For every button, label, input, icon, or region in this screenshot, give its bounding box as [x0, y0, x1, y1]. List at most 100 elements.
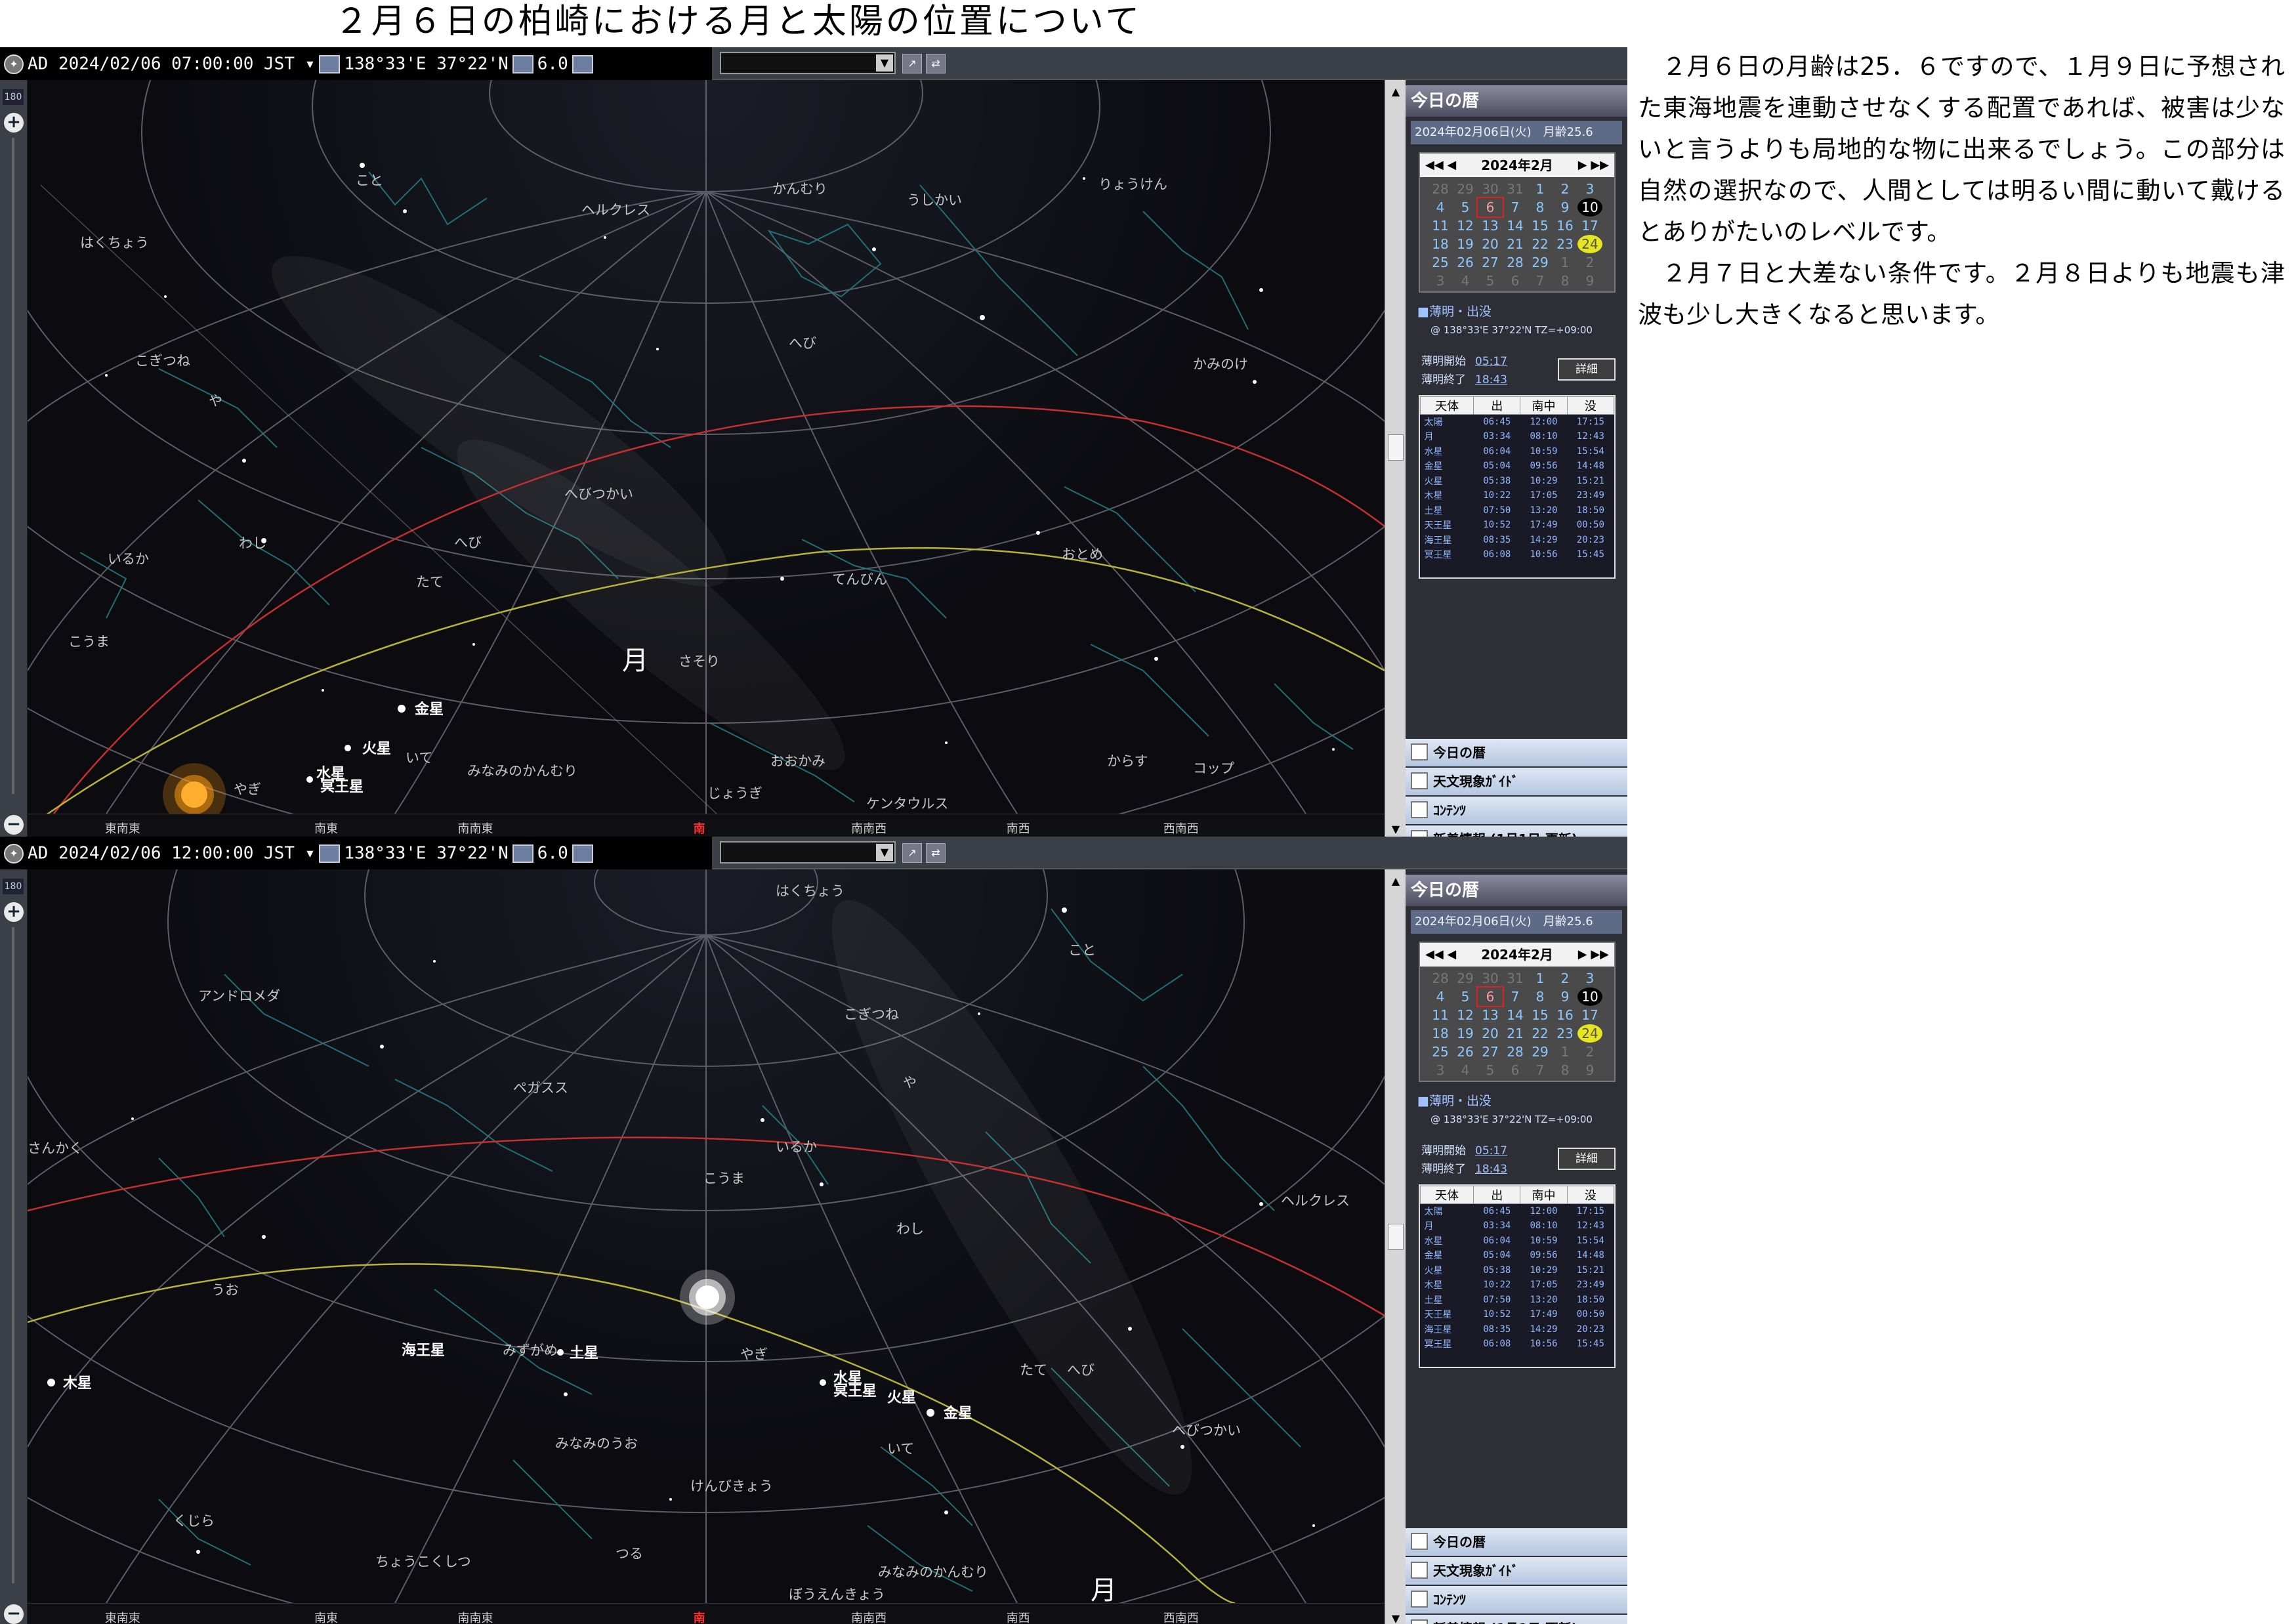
twilight-end-link[interactable]: 18:43	[1475, 373, 1507, 386]
zoom-in-icon[interactable]: +	[4, 902, 24, 922]
track-icon[interactable]: ⇄	[926, 54, 946, 73]
calendar-day[interactable]: 21	[1503, 235, 1528, 253]
magnitude-display[interactable]: 6.0	[537, 54, 568, 74]
calendar-day[interactable]: 25	[1428, 1043, 1453, 1061]
calendar-day[interactable]: 20	[1478, 1024, 1503, 1043]
calendar-day[interactable]: 8	[1553, 1061, 1577, 1079]
calendar-day[interactable]: 4	[1453, 1061, 1478, 1079]
tab-contents[interactable]: ｺﾝﾃﾝﾂ	[1406, 797, 1627, 824]
table-row[interactable]: 月 03:34 08:10 12:43	[1421, 1218, 1614, 1234]
sky-map[interactable]: 月 木星 海王星 土星 水星 冥王星 火星 金星 はくちょう こと アンドロメダこ…	[28, 869, 1385, 1603]
detail-button[interactable]: 詳細	[1558, 358, 1616, 381]
vertical-scrollbar[interactable]: ▲ ▼	[1385, 869, 1406, 1624]
scroll-down-icon[interactable]: ▼	[1387, 820, 1405, 839]
calendar-day-full-moon[interactable]: 24	[1577, 235, 1602, 253]
table-header[interactable]: 南中	[1520, 1186, 1568, 1204]
calendar-day-today[interactable]: 6	[1476, 986, 1504, 1007]
magnitude-icon[interactable]	[512, 54, 533, 73]
calendar-day[interactable]: 16	[1553, 1006, 1577, 1024]
calendar-day[interactable]: 28	[1428, 969, 1453, 988]
calendar-day[interactable]: 2	[1577, 253, 1602, 272]
calendar-day[interactable]: 9	[1577, 1061, 1602, 1079]
location-display[interactable]: 138°33'E 37°22'N	[344, 844, 508, 864]
calendar-day[interactable]: 21	[1503, 1024, 1528, 1043]
calendar-day[interactable]: 15	[1528, 217, 1553, 235]
calendar-day[interactable]: 8	[1528, 988, 1553, 1006]
calendar-day[interactable]: 2	[1577, 1043, 1602, 1061]
calendar-day[interactable]: 22	[1528, 1024, 1553, 1043]
calendar-day[interactable]: 17	[1577, 217, 1602, 235]
table-row[interactable]: 冥王星 06:08 10:56 15:45	[1421, 1337, 1614, 1352]
twilight-end-link[interactable]: 18:43	[1475, 1163, 1507, 1176]
tab-calendar[interactable]: 今日の暦	[1406, 739, 1627, 766]
calendar-day[interactable]: 5	[1478, 1061, 1503, 1079]
calendar-next-icon[interactable]: ▶ ▶▶	[1578, 154, 1609, 177]
calendar-day[interactable]: 13	[1478, 1006, 1503, 1024]
twilight-start-link[interactable]: 05:17	[1475, 355, 1507, 368]
calendar-day[interactable]: 28	[1503, 1043, 1528, 1061]
scroll-down-icon[interactable]: ▼	[1387, 1610, 1405, 1624]
calendar-day[interactable]: 22	[1528, 235, 1553, 253]
calendar-day[interactable]: 1	[1528, 969, 1553, 988]
calendar-day[interactable]: 7	[1528, 1061, 1553, 1079]
calendar-day[interactable]: 12	[1453, 1006, 1478, 1024]
table-row[interactable]: 冥王星 06:08 10:56 15:45	[1421, 547, 1614, 562]
zoom-in-icon[interactable]: +	[4, 113, 24, 133]
table-row[interactable]: 海王星 08:35 14:29 20:23	[1421, 1322, 1614, 1337]
location-display[interactable]: 138°33'E 37°22'N	[344, 54, 508, 74]
zoom-out-icon[interactable]: −	[4, 1604, 24, 1624]
table-header[interactable]: 南中	[1520, 396, 1568, 415]
calendar-day[interactable]: 18	[1428, 1024, 1453, 1043]
calendar-next-icon[interactable]: ▶ ▶▶	[1578, 943, 1609, 967]
calendar-day[interactable]: 2	[1553, 969, 1577, 988]
calendar-day[interactable]: 25	[1428, 253, 1453, 272]
table-header[interactable]: 没	[1566, 1186, 1615, 1204]
table-row[interactable]: 金星 05:04 09:56 14:48	[1421, 1248, 1614, 1263]
scroll-thumb[interactable]	[1388, 1224, 1404, 1250]
calendar-day[interactable]: 6	[1503, 272, 1528, 290]
calendar-day[interactable]: 17	[1577, 1006, 1602, 1024]
calendar-day[interactable]: 29	[1453, 180, 1478, 198]
table-row[interactable]: 天王星 10:52 17:49 00:50	[1421, 518, 1614, 533]
calendar-day[interactable]: 26	[1453, 1043, 1478, 1061]
jump-icon[interactable]: ↗	[902, 843, 922, 863]
calendar-day[interactable]: 20	[1478, 235, 1503, 253]
jump-icon[interactable]: ↗	[902, 54, 922, 73]
calendar-day[interactable]: 9	[1553, 988, 1577, 1006]
calendar-day[interactable]: 31	[1503, 180, 1528, 198]
table-row[interactable]: 天王星 10:52 17:49 00:50	[1421, 1307, 1614, 1322]
chevron-down-icon[interactable]: ▼	[876, 54, 893, 72]
camera-icon[interactable]	[572, 844, 593, 863]
calendar-day[interactable]: 5	[1453, 988, 1478, 1006]
calendar-day[interactable]: 12	[1453, 217, 1478, 235]
magnitude-icon[interactable]	[512, 844, 533, 863]
calendar-day[interactable]: 3	[1577, 180, 1602, 198]
camera-icon[interactable]	[572, 54, 593, 73]
calendar-day[interactable]: 13	[1478, 217, 1503, 235]
table-header[interactable]: 出	[1473, 1186, 1521, 1204]
chevron-down-icon[interactable]: ▼	[876, 844, 893, 861]
calendar-day[interactable]: 4	[1428, 988, 1453, 1006]
calendar-day[interactable]: 28	[1503, 253, 1528, 272]
datetime-display[interactable]: AD 2024/02/06 12:00:00 JST	[28, 844, 295, 864]
table-header[interactable]: 没	[1566, 396, 1615, 415]
calendar-day[interactable]: 9	[1553, 198, 1577, 217]
tab-astro-guide[interactable]: 天文現象ｶﾞｲﾄﾞ	[1406, 768, 1627, 795]
table-row[interactable]: 金星 05:04 09:56 14:48	[1421, 459, 1614, 474]
calendar-day[interactable]: 8	[1528, 198, 1553, 217]
calendar-day-full-moon[interactable]: 24	[1577, 1024, 1602, 1043]
datetime-dropdown-icon[interactable]: ▾	[295, 54, 316, 74]
calendar-day[interactable]: 8	[1553, 272, 1577, 290]
calendar-day[interactable]: 7	[1528, 272, 1553, 290]
calendar-prev-icon[interactable]: ◀◀ ◀	[1425, 943, 1456, 967]
calendar-day[interactable]: 5	[1453, 198, 1478, 217]
sky-map[interactable]: 月 金星 火星 水星 冥王星 こと はくちょう ヘルクレス かんむり うしかい りょう…	[28, 80, 1385, 814]
calendar-day[interactable]: 29	[1528, 1043, 1553, 1061]
calendar-day[interactable]: 14	[1503, 217, 1528, 235]
calendar-day[interactable]: 7	[1503, 988, 1528, 1006]
calendar-day[interactable]: 1	[1553, 253, 1577, 272]
calendar-day[interactable]: 27	[1478, 253, 1503, 272]
calendar-day[interactable]: 27	[1478, 1043, 1503, 1061]
app-logo-icon[interactable]: ✦	[4, 843, 24, 864]
calendar-day[interactable]: 1	[1528, 180, 1553, 198]
